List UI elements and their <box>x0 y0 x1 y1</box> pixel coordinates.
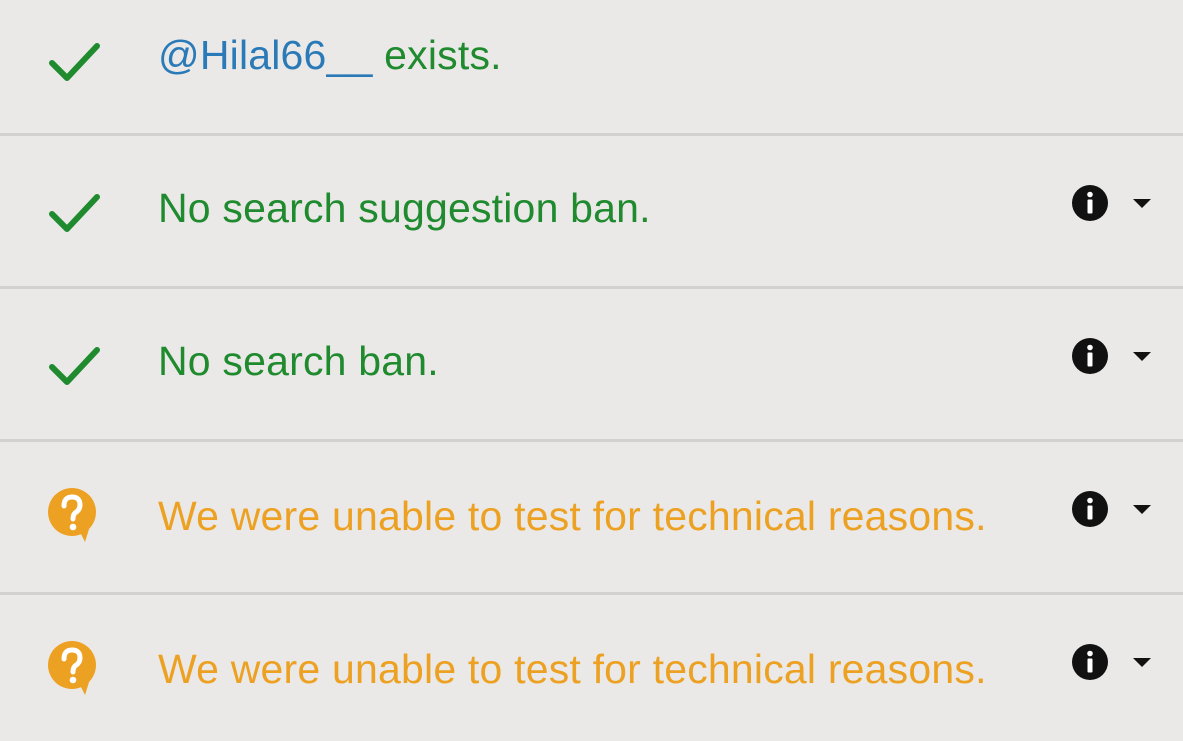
question-bubble-icon <box>48 641 96 695</box>
account-handle: @Hilal66__ <box>158 32 373 78</box>
result-text: No search ban. <box>158 338 439 384</box>
result-text: @Hilal66__ exists. <box>158 31 502 79</box>
caret-down-icon[interactable] <box>1131 196 1153 210</box>
caret-down-icon[interactable] <box>1131 502 1153 516</box>
result-text: We were unable to test for technical rea… <box>158 493 987 539</box>
caret-down-icon[interactable] <box>1131 655 1153 669</box>
info-icon[interactable] <box>1071 643 1109 681</box>
info-icon[interactable] <box>1071 184 1109 222</box>
info-icon[interactable] <box>1071 490 1109 528</box>
result-row-ghost-ban[interactable]: We were unable to test for technical rea… <box>0 442 1183 592</box>
exists-text: exists. <box>372 32 502 78</box>
check-icon <box>49 347 100 385</box>
result-row-exists: @Hilal66__ exists. <box>0 0 1183 133</box>
result-text: We were unable to test for technical rea… <box>158 646 987 692</box>
shadowban-results: @Hilal66__ exists. No search suggestion … <box>0 0 1183 741</box>
question-bubble-icon <box>48 488 96 542</box>
caret-down-icon[interactable] <box>1131 349 1153 363</box>
check-icon <box>49 43 100 81</box>
check-icon <box>49 194 100 232</box>
result-text: No search suggestion ban. <box>158 185 651 231</box>
result-row-search-suggestion-ban[interactable]: No search suggestion ban. <box>0 136 1183 286</box>
info-icon[interactable] <box>1071 337 1109 375</box>
result-row-search-ban[interactable]: No search ban. <box>0 289 1183 439</box>
result-row-reply-deboosting[interactable]: We were unable to test for technical rea… <box>0 595 1183 741</box>
